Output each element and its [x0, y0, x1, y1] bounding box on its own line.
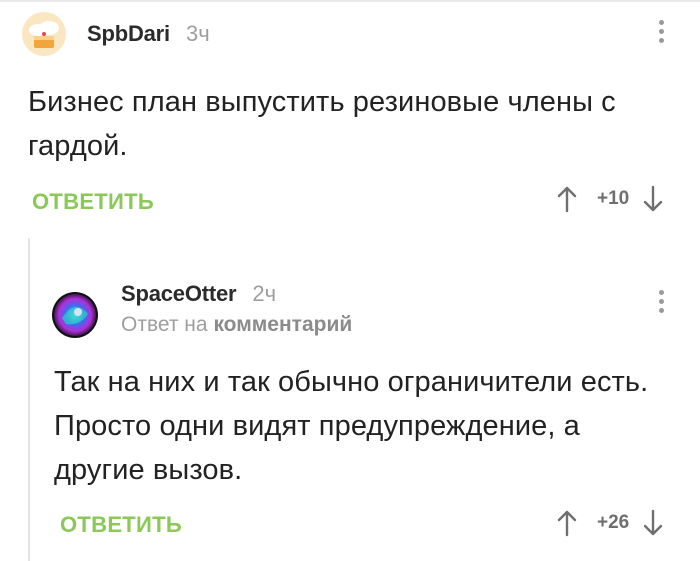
name-row: SpbDari 3ч: [87, 21, 210, 47]
comment-spaceotter: SpaceOtter 2ч Ответ на комментарий Так н…: [28, 238, 700, 561]
username[interactable]: SpbDari: [87, 21, 170, 47]
space-otter-avatar-icon: [52, 292, 98, 338]
rating: +26: [597, 512, 630, 533]
comment-header: SpbDari 3ч: [22, 12, 210, 56]
comment-text: Так на них и так обычно ограничители ест…: [54, 366, 649, 486]
reply-to-link[interactable]: комментарий: [213, 313, 352, 336]
more-vertical-icon[interactable]: [658, 290, 664, 313]
reply-to-prefix: Ответ на: [121, 313, 208, 336]
username[interactable]: SpaceOtter: [121, 281, 237, 307]
name-block: SpbDari 3ч: [87, 21, 210, 47]
cloud-cake-avatar-icon: [22, 12, 66, 56]
arrow-up-icon[interactable]: [555, 508, 579, 538]
reply-button[interactable]: ОТВЕТИТЬ: [32, 189, 154, 215]
reply-button[interactable]: ОТВЕТИТЬ: [60, 512, 182, 538]
rating: +10: [597, 188, 630, 209]
name-row: SpaceOtter 2ч: [121, 281, 352, 307]
vote-controls: +10: [555, 184, 665, 214]
more-vertical-icon[interactable]: [658, 20, 664, 43]
reply-to: Ответ на комментарий: [121, 313, 352, 337]
timestamp: 3ч: [185, 21, 210, 46]
comment-header: SpaceOtter 2ч Ответ на комментарий: [52, 280, 352, 338]
comment-spbdari: SpbDari 3ч Бизнес план выпустить резинов…: [0, 0, 700, 238]
user-avatar[interactable]: [22, 12, 66, 56]
name-block: SpaceOtter 2ч Ответ на комментарий: [121, 281, 352, 337]
arrow-up-icon[interactable]: [555, 184, 579, 214]
arrow-down-icon[interactable]: [641, 184, 665, 214]
timestamp: 2ч: [252, 281, 277, 306]
comment-text: Бизнес план выпустить резиновые члены с …: [28, 86, 616, 162]
arrow-down-icon[interactable]: [641, 508, 665, 538]
vote-controls: +26: [555, 508, 665, 538]
user-avatar[interactable]: [52, 292, 98, 338]
